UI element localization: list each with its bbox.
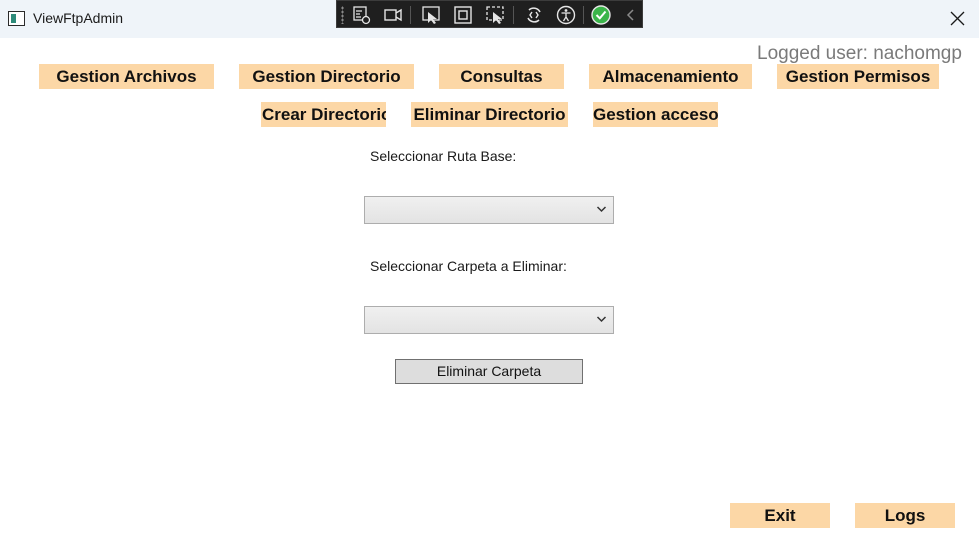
- accessibility-icon[interactable]: [555, 4, 577, 26]
- nav-gestion-archivos-button[interactable]: Gestion Archivos: [39, 64, 214, 89]
- eliminar-carpeta-button[interactable]: Eliminar Carpeta: [395, 359, 583, 384]
- app-window-icon: [8, 11, 25, 26]
- nav-almacenamiento-button[interactable]: Almacenamiento: [589, 64, 752, 89]
- chevron-down-icon: [596, 316, 607, 323]
- close-button[interactable]: [936, 0, 979, 38]
- carpeta-eliminar-select[interactable]: [364, 306, 614, 334]
- nav-gestion-directorio-button[interactable]: Gestion Directorio: [239, 64, 414, 89]
- window-title: ViewFtpAdmin: [33, 10, 124, 26]
- hot-reload-icon[interactable]: [523, 4, 545, 26]
- collapse-chevron-icon[interactable]: [620, 4, 642, 26]
- exit-button[interactable]: Exit: [730, 503, 830, 528]
- subnav-eliminar-directorio-button[interactable]: Eliminar Directorio: [411, 102, 568, 127]
- pointer-select-icon[interactable]: [420, 4, 442, 26]
- close-icon: [950, 11, 965, 26]
- carpeta-eliminar-label: Seleccionar Carpeta a Eliminar:: [370, 258, 567, 274]
- layout-adorner-icon[interactable]: [452, 4, 474, 26]
- chevron-down-icon: [596, 206, 607, 213]
- toolbar-grip[interactable]: [341, 6, 344, 24]
- logs-button[interactable]: Logs: [855, 503, 955, 528]
- check-circle-icon[interactable]: [590, 4, 612, 26]
- select-element-icon[interactable]: [351, 4, 373, 26]
- debug-toolbar: [336, 0, 643, 28]
- subnav-crear-directorio-button[interactable]: Crear Directorio: [261, 102, 386, 127]
- subnav-gestion-acceso-button[interactable]: Gestion acceso: [593, 102, 718, 127]
- logged-user-label: Logged user: nachomgp: [757, 43, 962, 64]
- track-focus-icon[interactable]: [484, 4, 506, 26]
- ruta-base-label: Seleccionar Ruta Base:: [370, 148, 517, 164]
- record-icon[interactable]: [382, 4, 404, 26]
- nav-consultas-button[interactable]: Consultas: [439, 64, 564, 89]
- nav-gestion-permisos-button[interactable]: Gestion Permisos: [777, 64, 939, 89]
- ruta-base-select[interactable]: [364, 196, 614, 224]
